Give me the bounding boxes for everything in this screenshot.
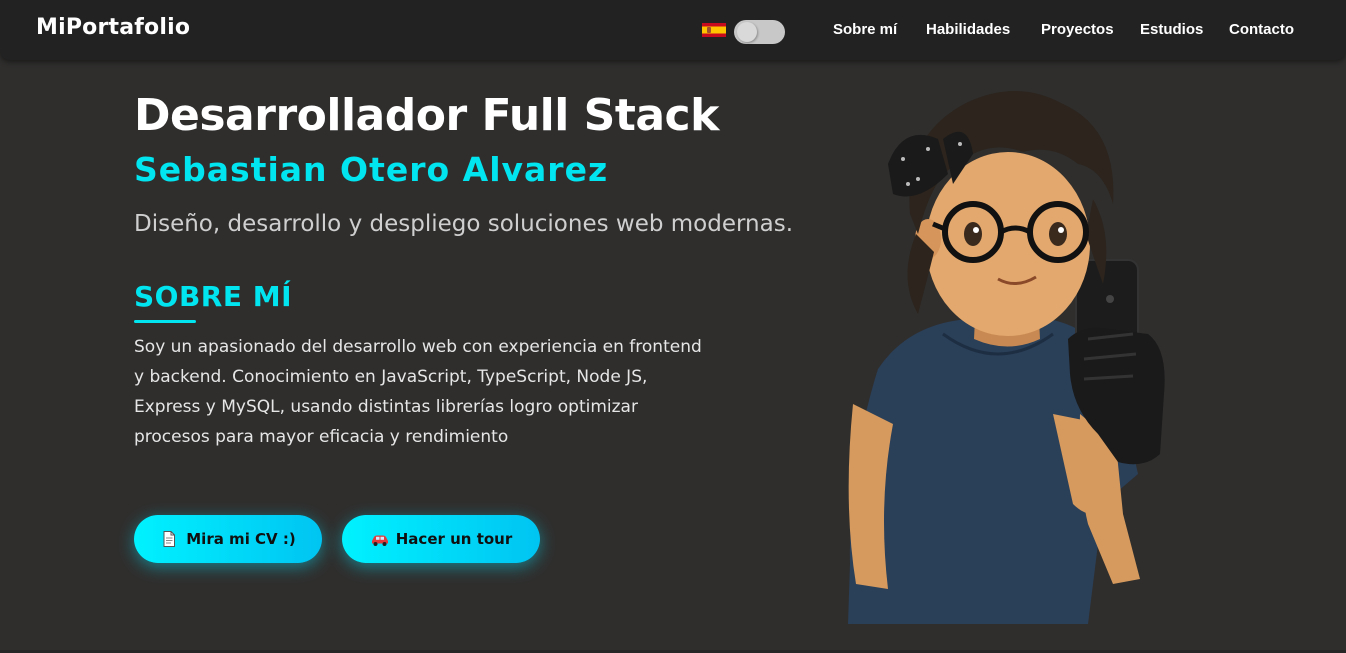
avatar-illustration [848,84,1168,624]
hero-title: Desarrollador Full Stack [134,90,719,141]
document-icon [160,530,178,548]
hero-tagline: Diseño, desarrollo y despliego solucione… [134,211,794,237]
spain-flag-icon[interactable] [702,23,726,37]
about-line: Soy un apasionado del desarrollo web con… [134,337,702,357]
nav-link-contacto[interactable]: Contacto [1229,21,1294,38]
hero-name: Sebastian Otero Alvarez [134,150,609,189]
car-icon [370,530,388,548]
theme-toggle[interactable] [734,20,785,44]
about-paragraph: Soy un apasionado del desarrollo web con… [134,332,734,452]
nav-link-habilidades[interactable]: Habilidades [926,21,1010,38]
heading-underline [134,320,196,323]
about-line: procesos para mayor eficacia y rendimien… [134,427,509,447]
navbar: MiPortafolio Sobre mí Habilidades Proyec… [0,0,1346,60]
nav-link-proyectos[interactable]: Proyectos [1041,21,1114,38]
nav-link-estudios[interactable]: Estudios [1140,21,1203,38]
take-tour-label: Hacer un tour [395,530,513,548]
flag-coat-of-arms [707,27,711,33]
view-cv-button[interactable]: Mira mi CV :) [134,515,322,563]
nav-link-sobre-mi[interactable]: Sobre mí [833,21,897,38]
toggle-knob [737,22,757,42]
about-line: y backend. Conocimiento en JavaScript, T… [134,367,648,387]
take-tour-button[interactable]: Hacer un tour [342,515,540,563]
view-cv-label: Mira mi CV :) [186,530,296,548]
about-heading: SOBRE MÍ [134,280,293,313]
brand-logo[interactable]: MiPortafolio [36,15,190,40]
about-line: Express y MySQL, usando distintas librer… [134,397,638,417]
